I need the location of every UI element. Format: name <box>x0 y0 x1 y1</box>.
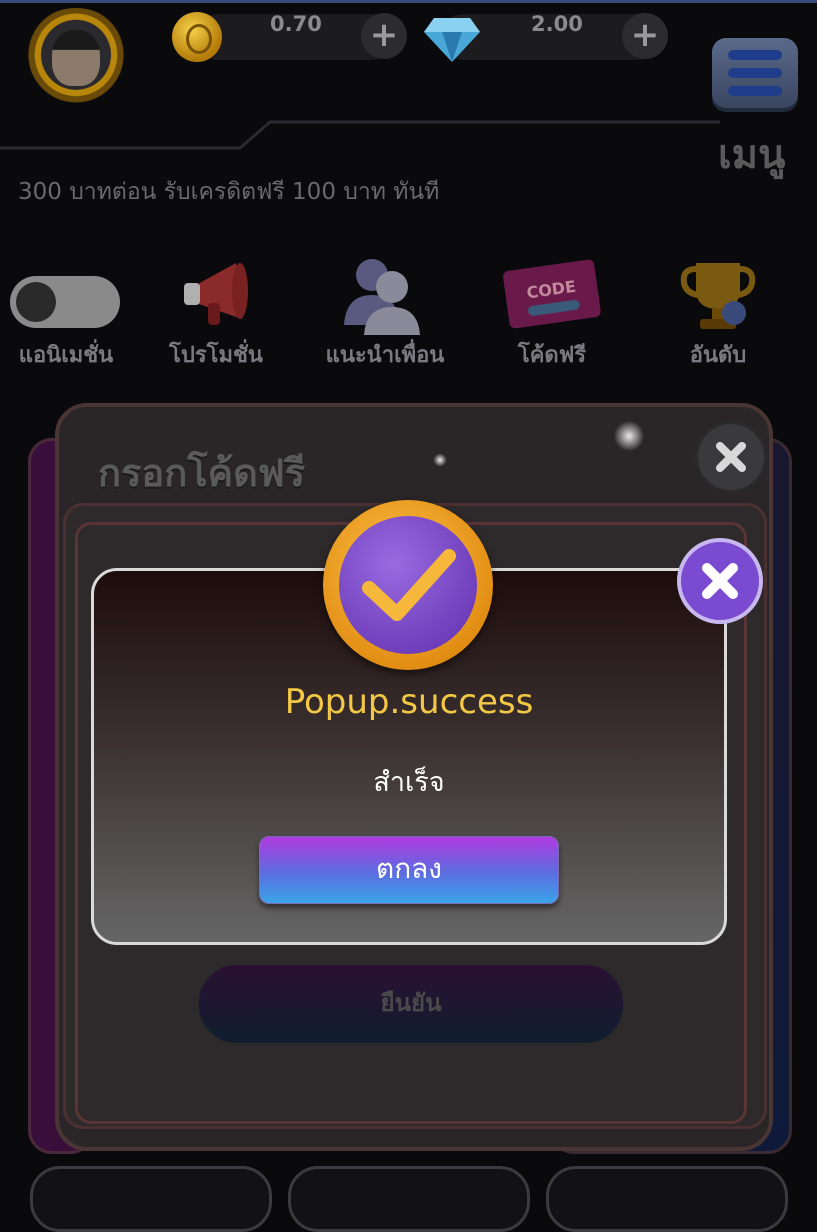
code-ticket-icon: CODE <box>503 259 601 329</box>
game-card[interactable] <box>288 1166 530 1232</box>
sparkle <box>611 418 647 454</box>
avatar-portrait <box>52 30 100 86</box>
ok-button[interactable]: ตกลง <box>259 836 559 904</box>
top-border <box>0 0 817 3</box>
diamond-icon <box>424 18 480 62</box>
check-icon <box>323 500 493 670</box>
quick-action-ranking[interactable]: อันดับ <box>658 255 778 368</box>
game-card[interactable] <box>30 1166 272 1232</box>
menu-bar <box>728 86 782 96</box>
free-code-close-button[interactable] <box>695 421 767 493</box>
success-popup-message: สำเร็จ <box>373 767 445 798</box>
add-gem-button[interactable]: + <box>622 13 668 59</box>
quick-action-free-code[interactable]: CODE โค้ดฟรี <box>492 255 612 368</box>
trophy-icon <box>680 263 756 329</box>
confirm-button[interactable]: ยืนยัน <box>197 963 625 1045</box>
friends-icon <box>344 259 420 335</box>
menu-bar <box>728 50 782 60</box>
header-frame-line <box>0 120 720 150</box>
success-popup-title: Popup.success <box>284 682 534 722</box>
quick-action-promotion[interactable]: โปรโมชั่น <box>156 255 276 368</box>
animation-toggle[interactable] <box>10 276 120 328</box>
quick-action-label: โค้ดฟรี <box>517 343 587 368</box>
coin-icon <box>172 12 222 62</box>
menu-label: เมนู <box>718 132 786 178</box>
close-icon <box>702 563 738 599</box>
sparkle <box>432 452 448 468</box>
quick-action-label: อันดับ <box>689 343 747 368</box>
success-close-button[interactable] <box>677 538 763 624</box>
check-badge-inner <box>339 516 477 654</box>
megaphone-icon <box>184 263 248 325</box>
menu-bar <box>728 68 782 78</box>
free-code-modal-title: กรอกโค้ดฟรี <box>98 451 306 495</box>
quick-action-label: โปรโมชั่น <box>169 343 263 368</box>
avatar[interactable] <box>22 8 130 112</box>
quick-action-label: แอนิเมชั่น <box>18 343 114 368</box>
coin-balance: 0.70 <box>270 12 322 36</box>
gem-balance: 2.00 <box>531 12 583 36</box>
menu-button[interactable] <box>712 38 798 108</box>
quick-action-refer-friend[interactable]: แนะนำเพื่อน <box>322 255 448 368</box>
toggle-knob <box>16 282 56 322</box>
game-card[interactable] <box>546 1166 788 1232</box>
close-icon <box>716 442 746 472</box>
add-coin-button[interactable]: + <box>361 13 407 59</box>
checkmark-icon <box>362 549 456 621</box>
announcement-marquee: 300 บาทต่อน รับเครดิตฟรี 100 บาท ทันที <box>18 179 440 205</box>
quick-action-label: แนะนำเพื่อน <box>325 343 445 368</box>
